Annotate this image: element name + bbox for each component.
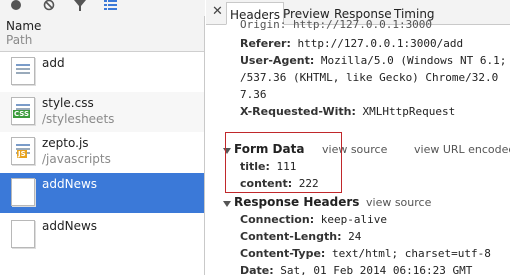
js-file-icon: JS bbox=[11, 137, 35, 165]
path-column-label: Path bbox=[6, 33, 33, 47]
list-view-icon[interactable] bbox=[104, 0, 118, 14]
header-value: XMLHttpRequest bbox=[362, 105, 456, 118]
request-path: /javascripts bbox=[42, 152, 111, 166]
request-row-zepto-js[interactable]: JS zepto.js /javascripts bbox=[0, 132, 204, 172]
referer-header: Referer: http://127.0.0.1:3000/add bbox=[240, 37, 463, 50]
header-value: http://127.0.0.1:3000/add bbox=[297, 37, 464, 50]
header-value: Sat, 01 Feb 2014 06:16:23 GMT bbox=[280, 264, 473, 275]
response-header: Connection: keep-alive bbox=[240, 213, 387, 226]
network-toolbar bbox=[0, 0, 205, 16]
filter-icon[interactable] bbox=[73, 0, 87, 14]
header-key: Connection: bbox=[240, 213, 315, 226]
view-url-encoded-link[interactable]: view URL encoded bbox=[414, 143, 510, 156]
origin-header-line: Origin: http://127.0.0.1:3000 bbox=[240, 18, 433, 31]
view-source-link[interactable]: view source bbox=[366, 196, 431, 209]
request-name: addNews bbox=[42, 219, 98, 233]
header-key: X-Requested-With: bbox=[240, 105, 356, 118]
user-agent-continued: /537.36 (KHTML, like Gecko) Chrome/32.0 bbox=[240, 71, 499, 84]
request-name: style.css bbox=[42, 96, 94, 110]
user-agent-continued: 7.36 bbox=[240, 88, 267, 101]
headers-content: Origin: http://127.0.0.1:3000 Referer: h… bbox=[206, 18, 510, 275]
header-key: Content-Type: bbox=[240, 247, 326, 260]
document-icon bbox=[11, 178, 35, 206]
clear-icon[interactable] bbox=[42, 0, 56, 14]
request-name: add bbox=[42, 56, 65, 70]
request-name: zepto.js bbox=[42, 136, 89, 150]
header-value: 24 bbox=[348, 230, 362, 243]
header-value: text/html; charset=utf-8 bbox=[331, 247, 491, 260]
document-icon bbox=[11, 220, 35, 248]
form-data-highlight bbox=[225, 132, 342, 193]
x-requested-with-header: X-Requested-With: XMLHttpRequest bbox=[240, 105, 455, 118]
response-headers-title[interactable]: Response Headers bbox=[234, 195, 359, 209]
header-value: Mozilla/5.0 (Windows NT 6.1; bbox=[320, 54, 507, 67]
request-row-style-css[interactable]: CSS style.css /stylesheets bbox=[0, 92, 204, 132]
header-key: Referer: bbox=[240, 37, 291, 50]
request-row-addnews[interactable]: addNews bbox=[0, 215, 204, 255]
close-icon[interactable]: ✕ bbox=[212, 4, 223, 19]
request-row-add[interactable]: add bbox=[0, 52, 204, 92]
request-list-panel: Name Path add CSS style.css /stylesheets… bbox=[0, 16, 205, 275]
record-icon[interactable] bbox=[9, 0, 23, 14]
user-agent-header: User-Agent: Mozilla/5.0 (Windows NT 6.1; bbox=[240, 54, 506, 67]
header-key: Content-Length: bbox=[240, 230, 342, 243]
document-icon bbox=[11, 57, 35, 85]
request-name: addNews bbox=[42, 177, 98, 191]
request-details-panel: ✕ Headers Preview Response Timing Origin… bbox=[206, 0, 510, 275]
header-key: Date: bbox=[240, 264, 274, 275]
header-key: User-Agent: bbox=[240, 54, 315, 67]
response-header: Date: Sat, 01 Feb 2014 06:16:23 GMT bbox=[240, 264, 472, 275]
response-header: Content-Type: text/html; charset=utf-8 bbox=[240, 247, 491, 260]
request-path: /stylesheets bbox=[42, 112, 115, 126]
name-column-label: Name bbox=[6, 19, 42, 33]
response-header: Content-Length: 24 bbox=[240, 230, 361, 243]
expand-arrow-icon[interactable] bbox=[223, 201, 231, 207]
css-file-icon: CSS bbox=[11, 97, 35, 125]
header-value: keep-alive bbox=[320, 213, 387, 226]
column-header[interactable]: Name Path bbox=[0, 16, 204, 52]
request-row-addnews-selected[interactable]: addNews bbox=[0, 173, 204, 213]
